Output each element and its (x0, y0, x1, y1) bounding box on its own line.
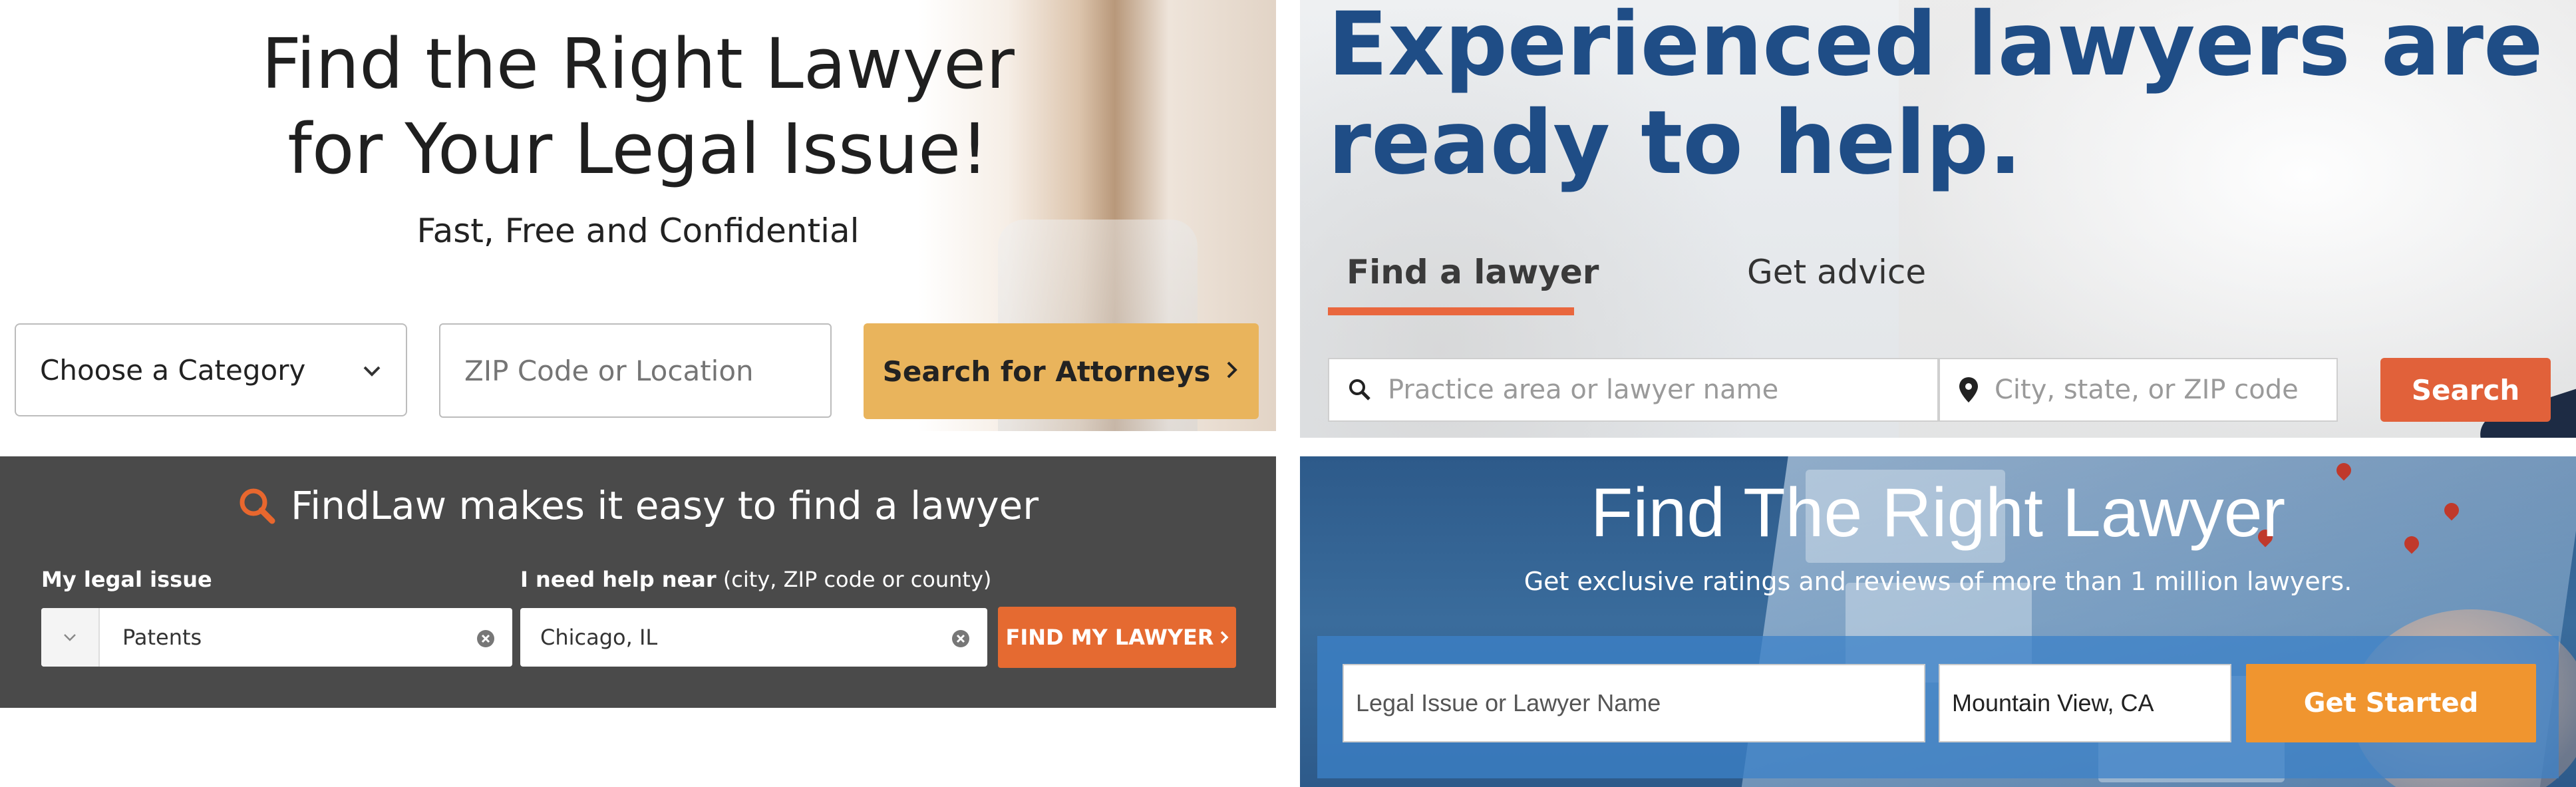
city-placeholder: City, state, or ZIP code (1995, 375, 2299, 405)
legal-issue-input[interactable]: Legal Issue or Lawyer Name (1343, 664, 1925, 742)
findlawyer-hero-panel: Find the Right Lawyer for Your Legal Iss… (0, 0, 1276, 431)
location-value: Chicago, IL (540, 625, 658, 650)
category-select[interactable]: Choose a Category (15, 323, 407, 416)
chevron-down-icon[interactable] (41, 608, 100, 667)
location-input[interactable]: Mountain View, CA (1939, 664, 2231, 742)
panel-title-text: FindLaw makes it easy to find a lawyer (290, 483, 1039, 528)
hero-subheadline: Get exclusive ratings and reviews of mor… (1524, 567, 2352, 596)
search-attorneys-label: Search for Attorneys (882, 355, 1211, 388)
practice-area-placeholder: Practice area or lawyer name (1388, 375, 1779, 405)
get-started-button[interactable]: Get Started (2246, 664, 2536, 742)
search-icon (238, 486, 276, 525)
location-pin-icon (1959, 377, 1979, 403)
legal-issue-value: Patents (122, 625, 202, 650)
legal-issue-label: My legal issue (41, 567, 212, 592)
chevron-right-icon (1219, 630, 1229, 645)
chevron-down-icon (362, 355, 382, 388)
category-select-value: Choose a Category (40, 353, 306, 387)
location-field[interactable]: Chicago, IL (520, 608, 987, 667)
legal-issue-placeholder: Legal Issue or Lawyer Name (1356, 689, 1661, 716)
location-input[interactable] (439, 323, 832, 418)
clear-icon[interactable] (951, 628, 970, 653)
search-attorneys-button[interactable]: Search for Attorneys (864, 323, 1259, 419)
city-input[interactable]: City, state, or ZIP code (1939, 358, 2338, 422)
find-my-lawyer-label: FIND MY LAWYER (1005, 625, 1214, 650)
active-tab-indicator (1328, 307, 1574, 315)
hero-headline-line1: Experienced lawyers are (1328, 0, 2543, 96)
lawyers-hero-panel: Find The Right Lawyer Get exclusive rati… (1300, 456, 2576, 787)
tab-get-advice[interactable]: Get advice (1747, 253, 1926, 291)
practice-area-input[interactable]: Practice area or lawyer name (1328, 358, 1939, 422)
panel-title: FindLaw makes it easy to find a lawyer (0, 483, 1276, 528)
hero-headline-line2: ready to help. (1328, 92, 2022, 194)
hero-subheadline: Fast, Free and Confidential (416, 212, 860, 250)
location-value: Mountain View, CA (1952, 689, 2154, 716)
hero-headline-line2: for Your Legal Issue! (287, 108, 989, 190)
hero-headline: Find The Right Lawyer (1590, 474, 2286, 551)
clear-icon[interactable] (476, 628, 495, 653)
find-my-lawyer-button[interactable]: FIND MY LAWYER (998, 607, 1236, 668)
legal-issue-field[interactable]: Patents (41, 608, 512, 667)
hero-headline-line1: Find the Right Lawyer (261, 23, 1015, 104)
tab-find-a-lawyer[interactable]: Find a lawyer (1347, 253, 1599, 291)
search-button[interactable]: Search (2380, 358, 2551, 422)
chevron-right-icon (1225, 356, 1239, 387)
search-icon (1348, 378, 1372, 402)
avvo-hero-panel: Experienced lawyers are ready to help. F… (1300, 0, 2576, 438)
help-near-label: I need help near (city, ZIP code or coun… (520, 567, 992, 592)
findlaw-search-panel: FindLaw makes it easy to find a lawyer M… (0, 456, 1276, 708)
